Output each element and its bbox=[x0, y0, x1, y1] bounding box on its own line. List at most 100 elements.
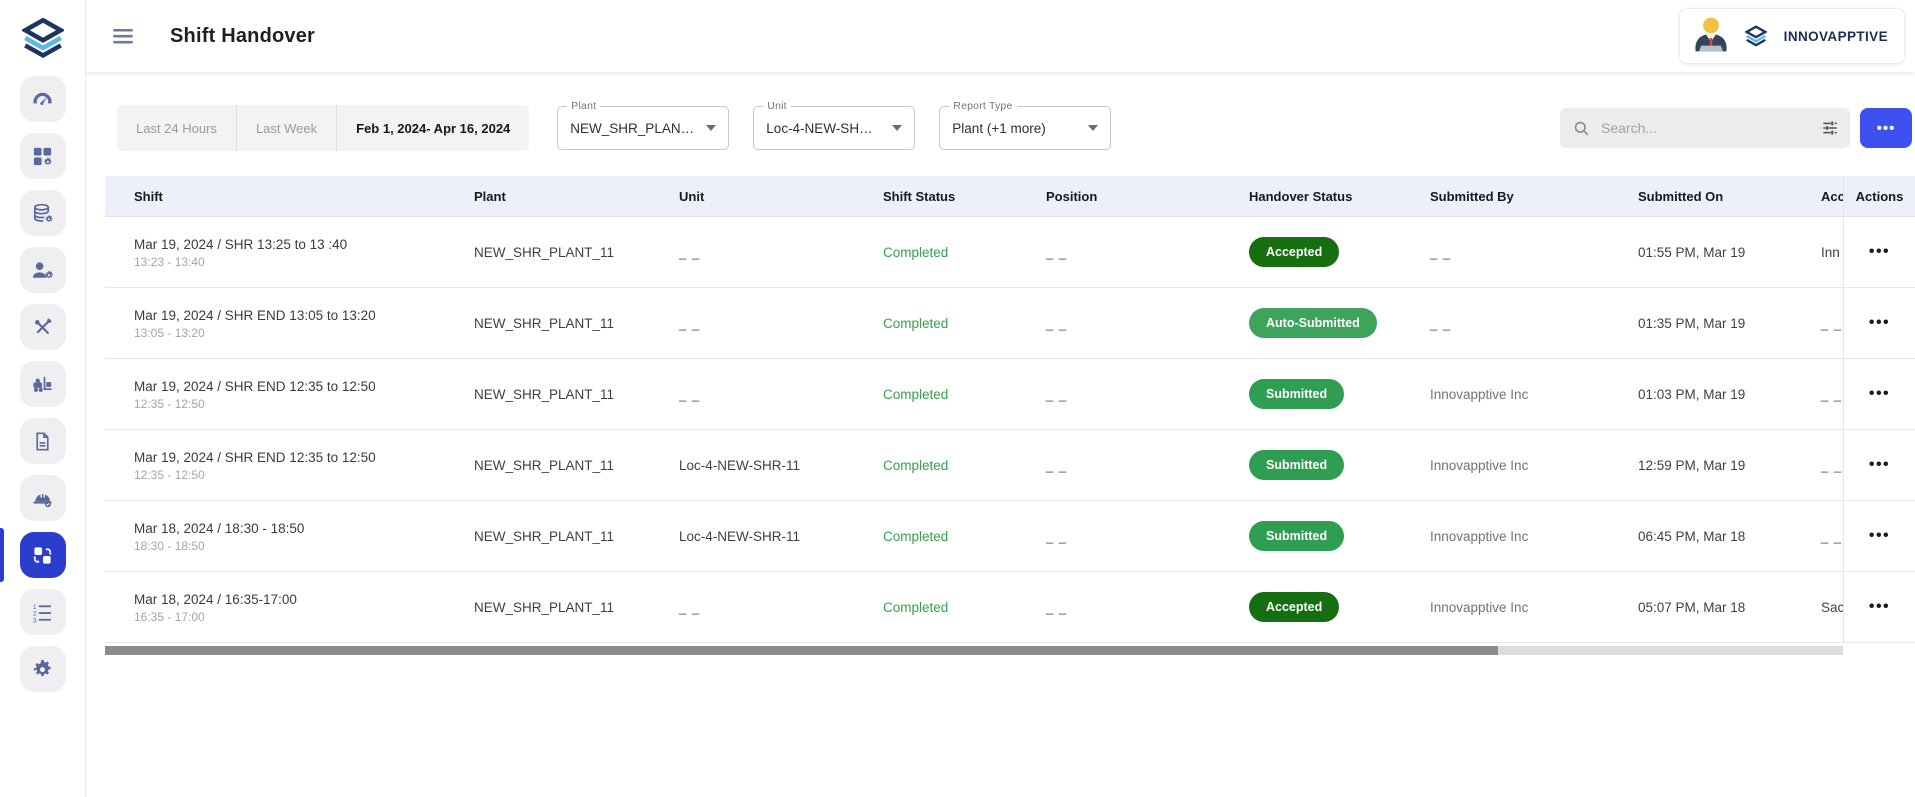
range-last-24-hours-button[interactable]: Last 24 Hours bbox=[117, 105, 237, 151]
date-range-segmented-control: Last 24 Hours Last Week Feb 1, 2024- Apr… bbox=[117, 105, 529, 151]
shift-status-value: Completed bbox=[854, 600, 1017, 615]
handover-status-badge: Submitted bbox=[1249, 450, 1344, 480]
sidebar-item-master-data[interactable] bbox=[0, 190, 85, 236]
column-header-shift: Shift bbox=[105, 189, 445, 204]
accepted-by-value: _ _ bbox=[1792, 316, 1843, 331]
unit-value: Loc-4-NEW-SHR-11 bbox=[650, 458, 854, 473]
submitted-on-value: 12:59 PM, Mar 19 bbox=[1609, 458, 1792, 473]
column-header-plant: Plant bbox=[445, 189, 650, 204]
plant-value: NEW_SHR_PLANT_11 bbox=[445, 600, 650, 615]
plant-select-value: NEW_SHR_PLANT_... bbox=[570, 121, 696, 136]
app-logo-diamond-icon bbox=[21, 17, 65, 59]
submitted-on-value: 01:03 PM, Mar 19 bbox=[1609, 387, 1792, 402]
database-gear-icon bbox=[31, 202, 54, 225]
column-header-unit: Unit bbox=[650, 189, 854, 204]
search-box bbox=[1560, 108, 1850, 148]
chevron-down-icon bbox=[892, 125, 902, 131]
horizontal-scrollbar-track[interactable] bbox=[105, 646, 1843, 655]
more-actions-button[interactable]: ••• bbox=[1860, 108, 1912, 148]
sidebar-item-shift-handover[interactable] bbox=[0, 532, 85, 578]
row-actions-menu-button[interactable]: ••• bbox=[1869, 315, 1890, 331]
search-input[interactable] bbox=[1601, 120, 1820, 136]
shift-status-value: Completed bbox=[854, 529, 1017, 544]
submitted-on-value: 06:45 PM, Mar 18 bbox=[1609, 529, 1792, 544]
shift-handover-swap-icon bbox=[31, 544, 54, 567]
column-header-submitted-by: Submitted By bbox=[1401, 189, 1609, 204]
forklift-icon bbox=[31, 373, 54, 396]
position-value: _ _ bbox=[1017, 600, 1220, 615]
accepted-by-value: _ _ bbox=[1792, 529, 1843, 544]
handover-status-badge: Accepted bbox=[1249, 237, 1339, 267]
accepted-by-value: _ _ bbox=[1792, 387, 1843, 402]
innovapptive-diamond-icon bbox=[1744, 25, 1768, 47]
report-type-select[interactable]: Report Type Plant (+1 more) bbox=[939, 106, 1111, 150]
unit-value: Loc-4-NEW-SHR-11 bbox=[650, 529, 854, 544]
accepted-by-value: _ _ bbox=[1792, 458, 1843, 473]
brand-card: INNOVAPPTIVE bbox=[1679, 8, 1905, 64]
row-actions-menu-button[interactable]: ••• bbox=[1869, 386, 1890, 402]
filter-tune-icon[interactable] bbox=[1820, 118, 1840, 138]
row-actions-menu-button[interactable]: ••• bbox=[1869, 599, 1890, 615]
row-actions-menu-button[interactable]: ••• bbox=[1869, 244, 1890, 260]
unit-select[interactable]: Unit Loc-4-NEW-SHR-11 bbox=[753, 106, 915, 150]
position-value: _ _ bbox=[1017, 529, 1220, 544]
submitted-by-value: _ _ bbox=[1401, 316, 1609, 331]
shift-time: 13:23 - 13:40 bbox=[134, 254, 445, 270]
tools-icon bbox=[31, 316, 54, 339]
shift-title: Mar 18, 2024 / 18:30 - 18:50 bbox=[134, 519, 445, 538]
sidebar-item-dashboard[interactable] bbox=[0, 76, 85, 122]
filter-bar: Last 24 Hours Last Week Feb 1, 2024- Apr… bbox=[86, 104, 1915, 152]
row-actions-menu-button[interactable]: ••• bbox=[1869, 528, 1890, 544]
sidebar-item-modules[interactable] bbox=[0, 133, 85, 179]
sidebar-item-forklift[interactable] bbox=[0, 361, 85, 407]
chevron-down-icon bbox=[706, 125, 716, 131]
accepted-by-value: Inn bbox=[1792, 245, 1843, 260]
range-last-week-button[interactable]: Last Week bbox=[237, 105, 337, 151]
horizontal-scrollbar-thumb[interactable] bbox=[105, 646, 1498, 655]
shift-title: Mar 19, 2024 / SHR END 13:05 to 13:20 bbox=[134, 306, 445, 325]
table-row: Mar 19, 2024 / SHR END 13:05 to 13:2013:… bbox=[105, 288, 1915, 359]
column-header-accepted-by: Acc bbox=[1792, 189, 1843, 204]
submitted-by-value: Innovapptive Inc bbox=[1401, 458, 1609, 473]
sidebar-item-settings[interactable] bbox=[0, 646, 85, 692]
position-value: _ _ bbox=[1017, 458, 1220, 473]
column-header-actions: Actions bbox=[1843, 176, 1915, 216]
shift-title: Mar 19, 2024 / SHR END 12:35 to 12:50 bbox=[134, 377, 445, 396]
shift-time: 12:35 - 12:50 bbox=[134, 396, 445, 412]
document-icon bbox=[31, 430, 54, 453]
shift-status-value: Completed bbox=[854, 245, 1017, 260]
page-title: Shift Handover bbox=[170, 25, 315, 48]
sidebar-item-tools[interactable] bbox=[0, 304, 85, 350]
shift-handover-table: Shift Plant Unit Shift Status Position H… bbox=[105, 176, 1915, 643]
shift-status-value: Completed bbox=[854, 458, 1017, 473]
position-value: _ _ bbox=[1017, 245, 1220, 260]
sidebar-item-user-management[interactable] bbox=[0, 247, 85, 293]
unit-value: _ _ bbox=[650, 245, 854, 260]
shift-status-value: Completed bbox=[854, 387, 1017, 402]
sidebar-item-documents[interactable] bbox=[0, 418, 85, 464]
app-logo bbox=[0, 0, 85, 76]
user-avatar[interactable] bbox=[1688, 13, 1734, 59]
plant-value: NEW_SHR_PLANT_11 bbox=[445, 316, 650, 331]
submitted-by-value: Innovapptive Inc bbox=[1401, 529, 1609, 544]
unit-value: _ _ bbox=[650, 387, 854, 402]
sidebar-item-safety[interactable] bbox=[0, 475, 85, 521]
chevron-down-icon bbox=[1088, 125, 1098, 131]
hamburger-menu-icon[interactable] bbox=[110, 23, 136, 49]
unit-select-value: Loc-4-NEW-SHR-11 bbox=[766, 121, 882, 136]
gear-icon bbox=[31, 658, 54, 681]
accepted-by-value: Sac bbox=[1792, 600, 1843, 615]
dashboard-gauge-icon bbox=[31, 88, 54, 111]
row-actions-menu-button[interactable]: ••• bbox=[1869, 457, 1890, 473]
report-type-select-value: Plant (+1 more) bbox=[952, 121, 1078, 136]
shift-time: 16:35 - 17:00 bbox=[134, 609, 445, 625]
range-custom-dates-button[interactable]: Feb 1, 2024- Apr 16, 2024 bbox=[337, 105, 529, 151]
search-icon bbox=[1572, 119, 1591, 138]
plant-value: NEW_SHR_PLANT_11 bbox=[445, 458, 650, 473]
plant-select[interactable]: Plant NEW_SHR_PLANT_... bbox=[557, 106, 729, 150]
report-type-select-label: Report Type bbox=[949, 100, 1016, 112]
submitted-by-value: Innovapptive Inc bbox=[1401, 387, 1609, 402]
handover-status-badge: Submitted bbox=[1249, 521, 1344, 551]
sidebar-item-checklist[interactable]: 1 2 3 bbox=[0, 589, 85, 635]
plant-value: NEW_SHR_PLANT_11 bbox=[445, 245, 650, 260]
